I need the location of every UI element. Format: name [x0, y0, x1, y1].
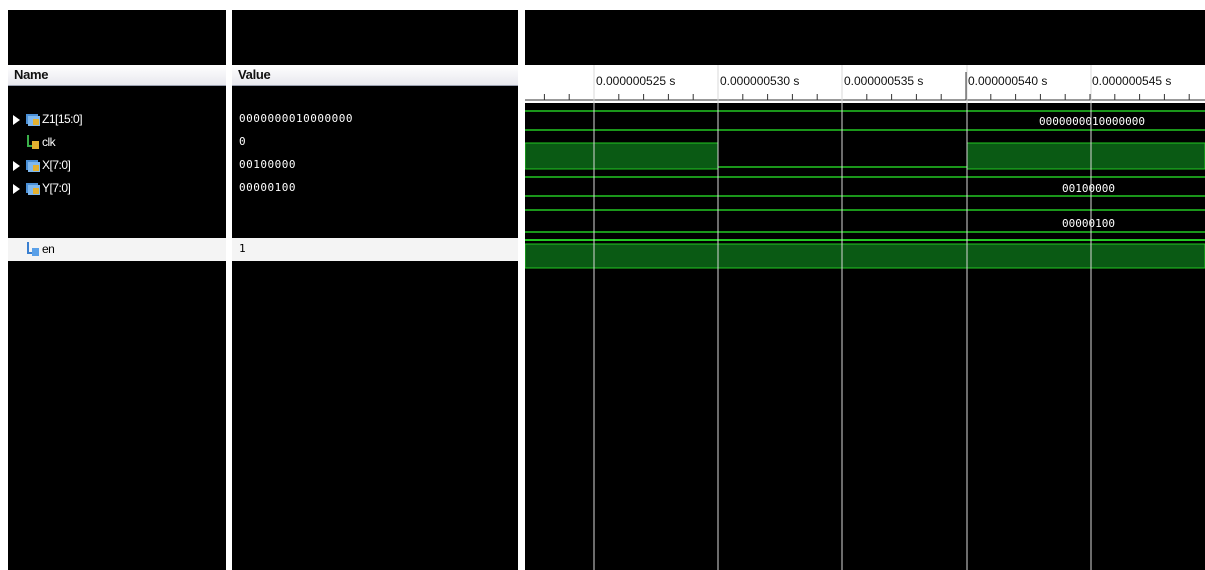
- value-header-label: Value: [238, 67, 271, 82]
- signal-value: 1: [239, 242, 247, 255]
- value-row-x[interactable]: 00100000: [232, 154, 518, 177]
- signal-value: 0: [239, 135, 247, 148]
- bus-signal-icon: [26, 160, 40, 172]
- signal-row-y[interactable]: Y[7:0]: [8, 177, 226, 200]
- expand-arrow-icon[interactable]: [13, 161, 20, 171]
- waveform-pane[interactable]: 0.000000525 s 0.000000530 s 0.000000535 …: [525, 10, 1205, 570]
- value-row-y[interactable]: 00000100: [232, 177, 518, 200]
- value-row-en[interactable]: 1: [232, 238, 518, 261]
- signal-row-x[interactable]: X[7:0]: [8, 154, 226, 177]
- signal-row-clk[interactable]: clk: [8, 131, 226, 154]
- bus-value-label: 00100000: [1062, 182, 1115, 195]
- clk-high-segment: [966, 142, 1205, 170]
- bit-signal-icon: [27, 135, 39, 149]
- value-row-z1[interactable]: 0000000010000000: [232, 108, 518, 131]
- bus-signal-icon: [26, 183, 40, 195]
- signal-name: Y[7:0]: [42, 181, 71, 195]
- expand-arrow-icon[interactable]: [13, 184, 20, 194]
- name-header-label: Name: [14, 67, 49, 82]
- signal-name-pane: Name Z1[15:0] clk X[7:0] Y[7:0] en: [8, 10, 226, 570]
- signal-value: 0000000010000000: [239, 112, 353, 125]
- waveform-canvas[interactable]: 0.000000525 s 0.000000530 s 0.000000535 …: [525, 10, 1205, 570]
- wave-x[interactable]: 00100000: [525, 176, 1205, 197]
- bus-value-label: 00000100: [1062, 217, 1115, 230]
- wave-y[interactable]: 00000100: [525, 209, 1205, 233]
- time-tick-label: 0.000000530 s: [720, 74, 799, 88]
- time-tick-label: 0.000000535 s: [844, 74, 923, 88]
- signal-value: 00000100: [239, 181, 296, 194]
- wave-en[interactable]: [525, 239, 1205, 269]
- signal-value: 00100000: [239, 158, 296, 171]
- value-row-clk[interactable]: 0: [232, 131, 518, 154]
- bus-value-label: 0000000010000000: [1039, 115, 1145, 128]
- signal-name: X[7:0]: [42, 158, 71, 172]
- time-tick-label: 0.000000540 s: [968, 74, 1047, 88]
- expand-arrow-icon[interactable]: [13, 115, 20, 125]
- signal-row-z1[interactable]: Z1[15:0]: [8, 108, 226, 131]
- signal-row-en[interactable]: en: [8, 238, 226, 261]
- en-high-segment: [525, 243, 1205, 269]
- signal-name: clk: [42, 135, 56, 149]
- wave-clk[interactable]: [525, 142, 1205, 170]
- wave-z1[interactable]: 0000000010000000: [525, 110, 1205, 131]
- bit-signal-icon: [27, 242, 39, 256]
- time-markers: [593, 65, 1092, 570]
- signal-name: en: [42, 242, 55, 256]
- time-tick-label: 0.000000525 s: [596, 74, 675, 88]
- bus-signal-icon: [26, 114, 40, 126]
- signal-value-pane: Value 0000000010000000 0 00100000 000001…: [232, 10, 518, 570]
- name-column-header[interactable]: Name: [8, 65, 226, 86]
- value-column-header[interactable]: Value: [232, 65, 518, 86]
- signal-name: Z1[15:0]: [42, 112, 83, 126]
- clk-high-segment: [525, 142, 719, 170]
- time-tick-label: 0.000000545 s: [1092, 74, 1171, 88]
